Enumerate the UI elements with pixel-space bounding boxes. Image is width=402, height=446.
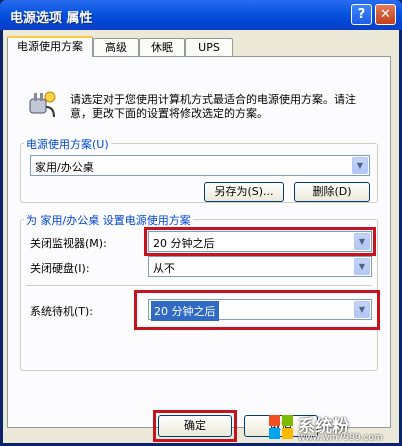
intro-text: 请选定对于您使用计算机方式最适合的电源使用方案。请注意，更改下面的设置将修改选定…: [70, 93, 356, 120]
tab-panel: 请选定对于您使用计算机方式最适合的电源使用方案。请注意，更改下面的设置将修改选定…: [7, 56, 391, 428]
delete-button[interactable]: 删除(D): [294, 182, 370, 202]
highlight-box: [153, 410, 237, 442]
chevron-down-icon[interactable]: ▼: [352, 157, 368, 174]
disk-label: 关闭硬盘(I):: [30, 262, 90, 275]
monitor-label: 关闭监视器(M):: [30, 237, 107, 250]
tab-hibernate[interactable]: 休眠: [139, 38, 185, 56]
close-button[interactable]: ✕: [375, 4, 396, 25]
windows-logo-icon: [269, 415, 293, 439]
watermark: 系统粉 www.win7999.com: [268, 410, 398, 444]
scheme-dropdown[interactable]: 家用/办公桌 ▼: [30, 155, 370, 176]
standby-label: 系统待机(T):: [30, 305, 94, 318]
scheme-value: 家用/办公桌: [35, 161, 94, 174]
divider: [26, 285, 372, 286]
highlight-box: [144, 227, 376, 256]
scheme-group-title: 电源使用方案(U): [24, 136, 111, 152]
settings-group-title: 为 家用/办公桌 设置电源使用方案: [24, 212, 193, 228]
properties-window: 电源选项 属性 ? ✕ 电源使用方案 高级 休眠 UPS 请选定对于您使用计算机…: [0, 0, 402, 446]
tab-power-schemes[interactable]: 电源使用方案: [7, 36, 93, 57]
disk-value: 从不: [153, 262, 175, 275]
disk-dropdown[interactable]: 从不 ▼: [148, 256, 372, 277]
dialog-body: 电源使用方案 高级 休眠 UPS 请选定对于您使用计算机方式最适合的电源使用方案…: [3, 30, 399, 443]
window-title: 电源选项 属性: [10, 11, 93, 26]
power-plug-icon: [29, 91, 56, 118]
watermark-url: www.win7999.com: [298, 433, 383, 443]
highlight-box: [134, 290, 380, 330]
tab-advanced[interactable]: 高级: [93, 38, 139, 56]
save-as-button[interactable]: 另存为(S)...: [204, 182, 284, 202]
title-bar[interactable]: 电源选项 属性 ? ✕: [0, 0, 402, 30]
tab-ups[interactable]: UPS: [185, 38, 233, 56]
help-button[interactable]: ?: [351, 4, 372, 25]
chevron-down-icon[interactable]: ▼: [354, 258, 370, 275]
